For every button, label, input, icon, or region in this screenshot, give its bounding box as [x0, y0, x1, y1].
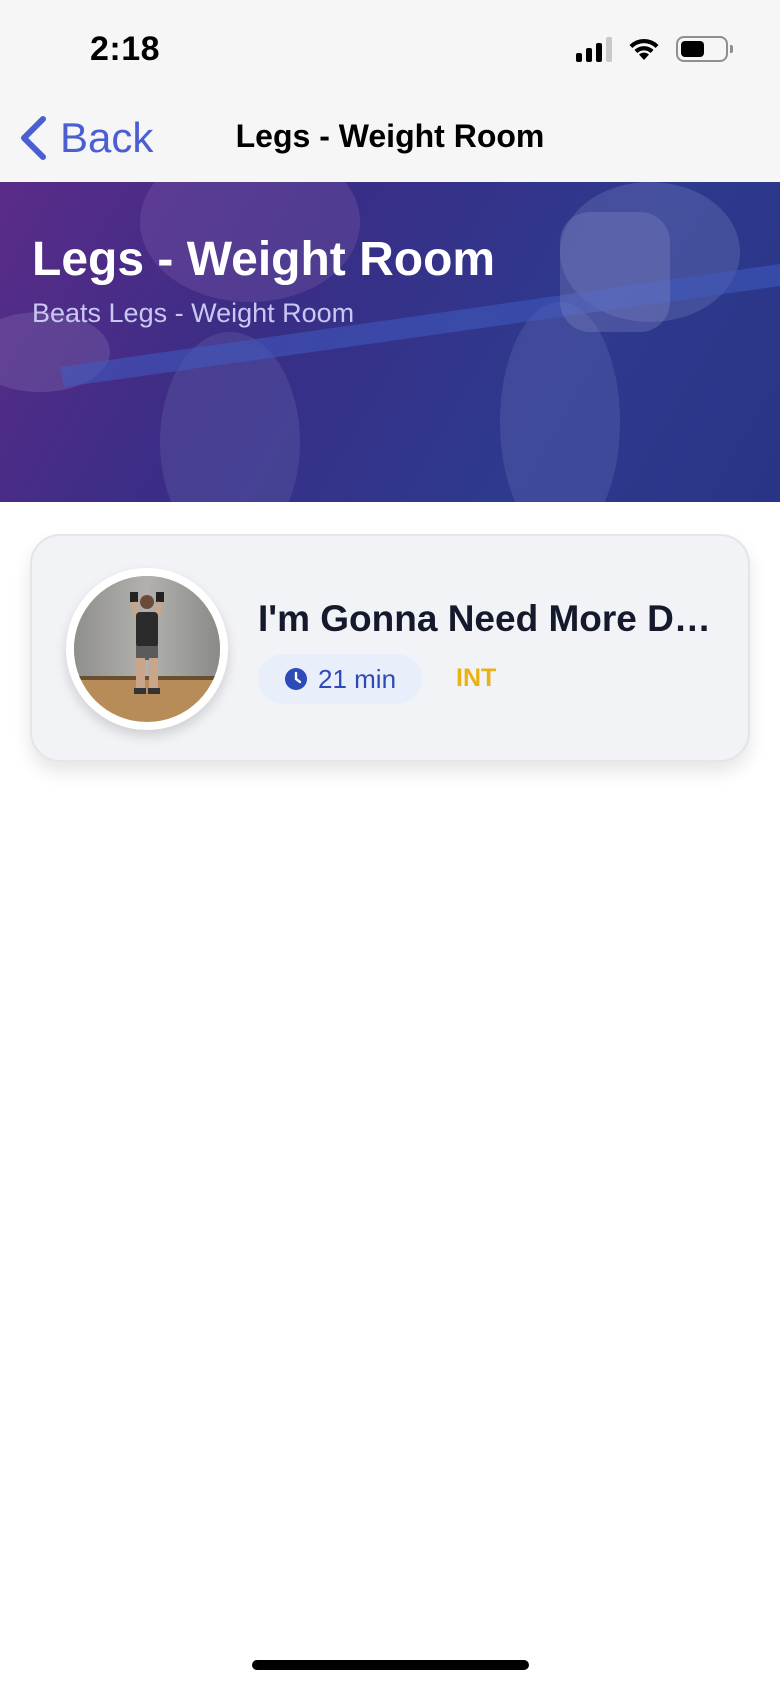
navigation-bar: Back Legs - Weight Room	[0, 100, 780, 182]
workout-thumbnail	[66, 568, 228, 730]
hero-title: Legs - Weight Room	[32, 233, 496, 286]
status-bar: 2:18	[0, 0, 780, 100]
hero-background-image	[0, 182, 780, 502]
battery-icon	[676, 36, 733, 62]
home-indicator[interactable]	[252, 1660, 529, 1670]
duration-text: 21 min	[318, 663, 397, 694]
status-icons	[576, 36, 733, 62]
workout-thumbnail-image	[74, 576, 220, 722]
hero-banner: Legs - Weight Room Beats Legs - Weight R…	[0, 182, 780, 502]
clock-icon	[285, 668, 307, 690]
duration-badge: 21 min	[258, 654, 423, 704]
status-time: 2:18	[90, 30, 161, 68]
workout-title: I'm Gonna Need More Du...	[258, 598, 718, 639]
workout-card[interactable]: I'm Gonna Need More Du... 21 min INT	[30, 534, 750, 762]
wifi-icon	[629, 38, 659, 60]
level-badge: INT	[456, 664, 497, 692]
nav-title: Legs - Weight Room	[235, 118, 545, 154]
hero-subtitle: Beats Legs - Weight Room	[32, 298, 355, 328]
cellular-signal-icon	[576, 36, 612, 62]
